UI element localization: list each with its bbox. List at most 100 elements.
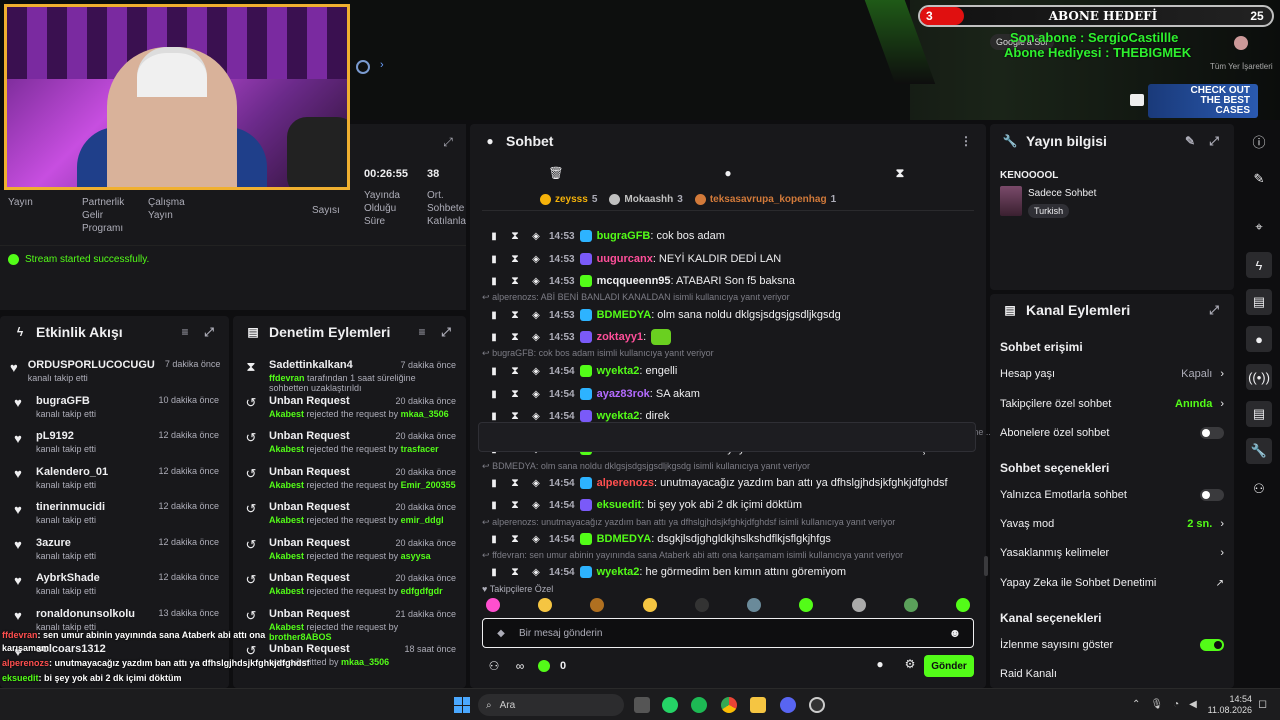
hourglass-icon[interactable]: ⧗ bbox=[507, 497, 523, 513]
moderator-name[interactable]: Akabest bbox=[269, 409, 304, 419]
emote-only-option[interactable]: Yalnızca Emotlarla sohbet bbox=[1000, 489, 1224, 501]
gear-icon[interactable]: ⚙ bbox=[902, 656, 918, 672]
trash-icon[interactable]: ▮ bbox=[486, 386, 502, 402]
target-user[interactable]: Emir_200355 bbox=[401, 480, 456, 490]
discord-icon[interactable] bbox=[780, 697, 796, 713]
camera-icon[interactable]: ⌖ bbox=[1246, 214, 1272, 240]
chat-username[interactable]: wyekta2 bbox=[597, 365, 640, 377]
edit-icon[interactable]: ✎ bbox=[1246, 166, 1272, 192]
activity-user[interactable]: tinerinmucidi bbox=[36, 501, 105, 513]
raid-channel-option[interactable]: Raid Kanalı bbox=[1000, 668, 1224, 680]
moderator-name[interactable]: Akabest bbox=[269, 444, 304, 454]
sub-chat-option[interactable]: Abonelere özel sohbet bbox=[1000, 427, 1224, 439]
taskview-icon[interactable] bbox=[634, 697, 650, 713]
leaderboard-entry[interactable]: Mokaashh 3 bbox=[609, 190, 683, 208]
trash-icon[interactable]: ▮ bbox=[486, 251, 502, 267]
chat-username[interactable]: uugurcanx bbox=[597, 253, 653, 265]
chat-username[interactable]: eksuedit bbox=[597, 499, 642, 511]
chat-username[interactable]: bugraGFB bbox=[597, 230, 651, 242]
reply-context[interactable]: ↩ ffdevran: sen umur abinin yayınında sa… bbox=[482, 550, 903, 561]
leaderboard-entry[interactable]: zeysss 5 bbox=[540, 190, 597, 208]
trash-icon[interactable]: ▮ bbox=[486, 497, 502, 513]
chat-message[interactable]: ▮ ⧗ ◈ 14:54 ayaz83rok: SA akam bbox=[486, 386, 700, 402]
emote-icon[interactable] bbox=[955, 598, 970, 612]
shield-icon[interactable]: ◈ bbox=[528, 564, 544, 580]
target-user[interactable]: edfgdfgdr bbox=[401, 586, 443, 596]
emote-icon[interactable] bbox=[799, 598, 814, 612]
chat-message[interactable]: ▮ ⧗ ◈ 14:54 BDMEDYA: dsgkjlsdjghgldkjhsl… bbox=[486, 531, 831, 547]
moderator-name[interactable]: Akabest bbox=[269, 551, 304, 561]
emote-icon[interactable] bbox=[486, 598, 500, 612]
hourglass-icon[interactable]: ⧗ bbox=[892, 165, 908, 181]
filter-icon[interactable]: ≡ bbox=[177, 324, 193, 340]
bookmarks-label[interactable]: Tüm Yer İşaretleri bbox=[1210, 62, 1273, 71]
ai-moderation-option[interactable]: Yapay Zeka ile Sohbet Denetimi ↗ bbox=[1000, 577, 1224, 589]
activity-user[interactable]: bugraGFB bbox=[36, 395, 96, 407]
document-icon[interactable]: ▤ bbox=[1246, 289, 1272, 315]
folder-icon[interactable] bbox=[750, 697, 766, 713]
whatsapp-icon[interactable] bbox=[662, 697, 678, 713]
popout-icon[interactable]: ⤢ bbox=[201, 324, 217, 340]
obs-icon[interactable] bbox=[809, 697, 825, 713]
emote-icon[interactable] bbox=[694, 598, 709, 612]
chat-username[interactable]: mcqqueenn95 bbox=[597, 275, 671, 287]
users-icon[interactable]: ⚇ bbox=[1246, 476, 1272, 502]
chat-message[interactable]: ▮ ⧗ ◈ 14:54 wyekta2: engelli bbox=[486, 363, 677, 379]
shield-icon[interactable]: ◈ bbox=[528, 329, 544, 345]
trash-icon[interactable]: ▮ bbox=[486, 531, 502, 547]
hourglass-icon[interactable]: ⧗ bbox=[507, 386, 523, 402]
chat-username[interactable]: BDMEDYA bbox=[597, 309, 652, 321]
bolt-icon[interactable]: ϟ bbox=[1246, 252, 1272, 278]
sub-chat-toggle[interactable] bbox=[1200, 427, 1224, 439]
activity-user[interactable]: ORDUSPORLUCOCUGU bbox=[28, 359, 155, 371]
target-user[interactable]: mkaa_3506 bbox=[341, 657, 389, 667]
case-banner[interactable]: CHECK OUT THE BEST CASES bbox=[1148, 84, 1258, 118]
hourglass-icon[interactable]: ⧗ bbox=[507, 307, 523, 323]
popout-icon[interactable]: ⤢ bbox=[438, 324, 454, 340]
chat-username[interactable]: wyekta2 bbox=[597, 410, 640, 422]
hourglass-icon[interactable]: ⧗ bbox=[507, 228, 523, 244]
infinity-icon[interactable]: ∞ bbox=[512, 658, 528, 674]
emote-icon[interactable] bbox=[538, 598, 553, 612]
mic-icon[interactable]: 🎙 bbox=[1150, 699, 1163, 710]
filter-icon[interactable]: ≡ bbox=[414, 324, 430, 340]
activity-user[interactable]: pL9192 bbox=[36, 430, 96, 442]
chat-username[interactable]: BDMEDYA bbox=[597, 533, 652, 545]
hourglass-icon[interactable]: ⧗ bbox=[507, 363, 523, 379]
shield-icon[interactable]: ◈ bbox=[528, 363, 544, 379]
chat-message[interactable]: ▮ ⧗ ◈ 14:53 BDMEDYA: olm sana noldu dklg… bbox=[486, 307, 841, 323]
hourglass-icon[interactable]: ⧗ bbox=[507, 273, 523, 289]
shield-icon[interactable]: ◈ bbox=[528, 386, 544, 402]
target-user[interactable]: brother8ABOS bbox=[269, 632, 332, 642]
target-user[interactable]: trasfacer bbox=[401, 444, 439, 454]
popout-icon[interactable]: ⤢ bbox=[1206, 133, 1222, 149]
chevron-up-icon[interactable]: ⌃ bbox=[1132, 699, 1140, 710]
taskbar-search[interactable]: ⌕ Ara bbox=[478, 694, 624, 716]
hourglass-icon[interactable]: ⧗ bbox=[507, 531, 523, 547]
emote-icon[interactable] bbox=[747, 598, 762, 612]
chat-scrollbar[interactable] bbox=[984, 556, 988, 576]
chat-message[interactable]: ▮ ⧗ ◈ 14:53 zoktayy1: bbox=[486, 329, 672, 345]
popout-icon[interactable]: ⤢ bbox=[1206, 302, 1222, 318]
shield-icon[interactable]: ◈ bbox=[528, 497, 544, 513]
emote-icon[interactable] bbox=[642, 598, 657, 612]
chat-username[interactable]: alperenozs bbox=[597, 477, 654, 489]
moderator-name[interactable]: Akabest bbox=[269, 515, 304, 525]
emote-icon[interactable] bbox=[851, 598, 866, 612]
popout-icon[interactable]: ⤢ bbox=[440, 134, 456, 150]
follower-chat-option[interactable]: Takipçilere özel sohbet Anında › bbox=[1000, 398, 1224, 410]
shield-icon[interactable]: ◈ bbox=[528, 531, 544, 547]
reply-context[interactable]: ↩ BDMEDYA: olm sana noldu dklgsjsdgsjgsd… bbox=[482, 461, 810, 472]
notification-icon[interactable]: ◻ bbox=[1258, 697, 1267, 710]
chat-message[interactable]: ▮ ⧗ ◈ 14:54 alperenozs: unutmayacağız ya… bbox=[486, 475, 948, 491]
trash-icon[interactable]: ▮ bbox=[486, 475, 502, 491]
activity-user[interactable]: ronaldonunsolkolu bbox=[36, 608, 135, 620]
emoji-icon[interactable]: ☻ bbox=[947, 625, 963, 641]
emote-icon[interactable] bbox=[590, 598, 605, 612]
moderator-name[interactable]: Akabest bbox=[269, 622, 304, 632]
wrench-icon[interactable]: 🔧 bbox=[1246, 438, 1272, 464]
moderator-name[interactable]: ffdevran bbox=[269, 373, 305, 383]
reply-context[interactable]: ↩ bugraGFB: cok bos adam isimli kullanıc… bbox=[482, 348, 714, 359]
chat-username[interactable]: wyekta2 bbox=[597, 566, 640, 578]
shield-icon[interactable]: ◈ bbox=[528, 307, 544, 323]
